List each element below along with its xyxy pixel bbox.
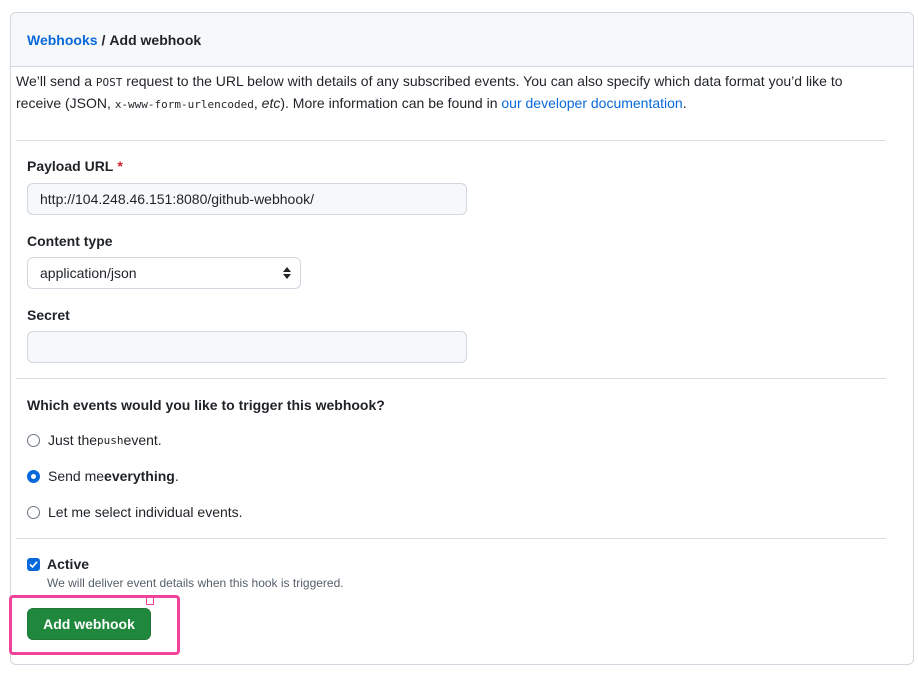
radio-individual[interactable] — [27, 505, 40, 519]
events-question: Which events would you like to trigger t… — [27, 397, 385, 413]
intro-method-code: POST — [95, 76, 123, 89]
option-everything-suffix: . — [174, 468, 179, 484]
option-push-code: push — [97, 433, 124, 447]
event-option-push[interactable]: Just the push event. — [27, 432, 162, 448]
intro-part3: , — [253, 95, 262, 111]
option-everything-prefix: Send me — [48, 468, 105, 484]
payload-url-label-text: Payload URL — [27, 158, 114, 174]
active-checkbox[interactable] — [27, 557, 40, 571]
breadcrumb-webhooks-link[interactable]: Webhooks — [27, 32, 98, 48]
divider — [16, 378, 886, 379]
intro-format-code: x-www-form-urlencoded — [114, 98, 254, 111]
radio-push[interactable] — [27, 433, 40, 447]
radio-everything[interactable] — [27, 469, 40, 483]
event-option-individual[interactable]: Let me select individual events. — [27, 504, 243, 520]
divider — [16, 140, 886, 141]
active-checkbox-row[interactable]: Active — [27, 556, 89, 572]
intro-part5: . — [682, 95, 687, 111]
intro-part4: ). More information can be found in — [280, 95, 502, 111]
option-everything-bold: everything — [104, 468, 175, 484]
divider — [16, 538, 886, 539]
intro-part1: We’ll send a — [16, 73, 96, 89]
secret-label: Secret — [27, 307, 70, 323]
highlight-handle — [146, 597, 154, 605]
add-webhook-button[interactable]: Add webhook — [27, 608, 151, 640]
content-type-label: Content type — [27, 233, 113, 249]
checkmark-icon — [29, 560, 38, 568]
active-label: Active — [47, 556, 90, 572]
select-arrows-icon — [283, 267, 291, 279]
intro-text: We’ll send a POST request to the URL bel… — [16, 71, 886, 115]
option-individual-label: Let me select individual events. — [48, 504, 243, 520]
breadcrumb: Webhooks / Add webhook — [11, 13, 913, 67]
content-type-select[interactable]: application/json — [27, 257, 301, 289]
required-asterisk: * — [117, 158, 123, 174]
active-note: We will deliver event details when this … — [47, 576, 344, 590]
secret-input[interactable] — [27, 331, 467, 363]
intro-etc: etc — [261, 95, 281, 111]
developer-documentation-link[interactable]: our developer documentation — [501, 95, 682, 111]
breadcrumb-separator: / — [101, 31, 106, 48]
payload-url-input[interactable] — [27, 183, 467, 215]
payload-url-label: Payload URL * — [27, 158, 123, 174]
event-option-everything[interactable]: Send me everything. — [27, 468, 179, 484]
option-push-prefix: Just the — [48, 432, 98, 448]
option-push-suffix: event. — [123, 432, 162, 448]
breadcrumb-current: Add webhook — [109, 31, 202, 48]
content-type-selected-value: application/json — [40, 265, 137, 281]
